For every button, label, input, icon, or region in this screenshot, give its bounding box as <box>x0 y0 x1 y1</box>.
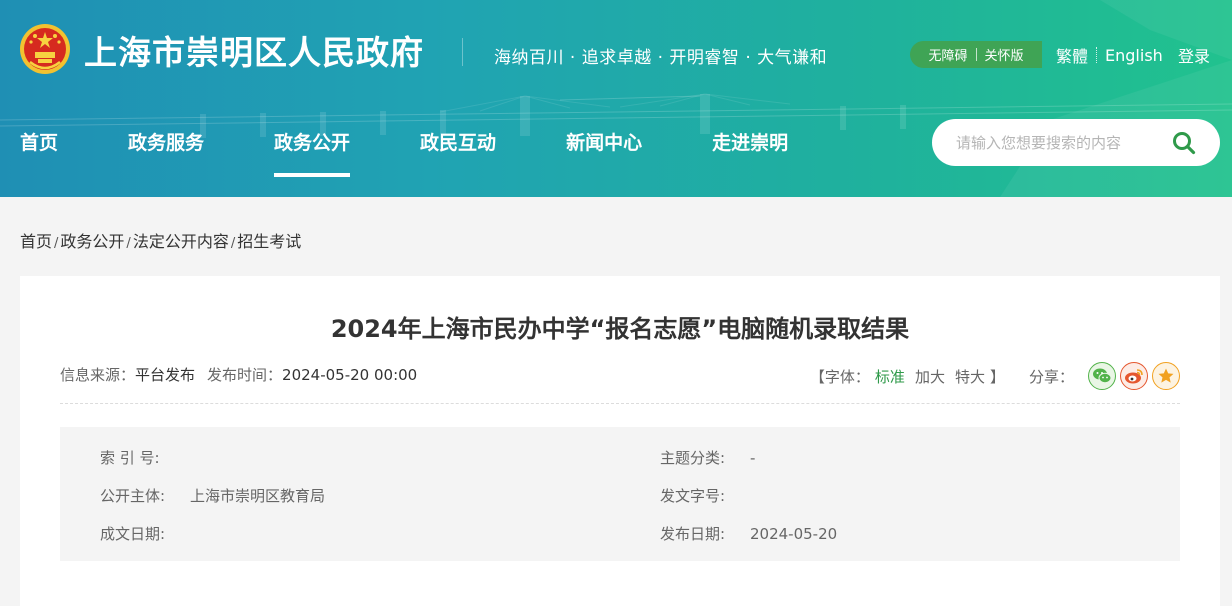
breadcrumb-separator: / <box>126 236 131 251</box>
info-publisher: 公开主体: 上海市崇明区教育局 <box>100 485 325 506</box>
info-doc-number: 发文字号: <box>660 485 750 506</box>
publish-date-label: 发布日期: <box>660 525 726 543</box>
nav-home[interactable]: 首页 <box>20 128 58 155</box>
nav-interaction[interactable]: 政民互动 <box>420 128 496 155</box>
font-size-open: 【字体： <box>809 367 870 386</box>
publish-date-value: 2024-05-20 <box>750 525 838 543</box>
nav-news[interactable]: 新闻中心 <box>566 128 642 155</box>
main-nav: 首页 政务服务 政务公开 政民互动 新闻中心 走进崇明 <box>20 128 858 177</box>
breadcrumb-separator: / <box>230 236 236 251</box>
info-publish-date: 发布日期: 2024-05-20 <box>660 523 837 544</box>
font-large-button[interactable]: 加大 <box>915 366 945 387</box>
doc-number-label: 发文字号: <box>660 487 726 505</box>
national-emblem-icon <box>20 24 70 74</box>
nav-open-government[interactable]: 政务公开 <box>274 128 351 177</box>
topic-label: 主题分类: <box>660 449 726 467</box>
wechat-icon[interactable] <box>1088 362 1116 390</box>
search-icon[interactable] <box>1172 131 1196 155</box>
info-written-date: 成文日期: <box>100 523 190 544</box>
font-size-close: 】 <box>989 367 1005 386</box>
traditional-chinese-link[interactable]: 繁體 <box>1056 43 1088 67</box>
breadcrumb-statutory-content[interactable]: 法定公开内容 <box>133 232 229 251</box>
publish-time-label: 发布时间： <box>207 366 283 384</box>
access-divider <box>975 48 977 61</box>
site-title: 上海市崇明区人民政府 <box>84 33 424 72</box>
source-label: 信息来源： <box>60 366 136 384</box>
meta-divider <box>60 403 1180 404</box>
weibo-icon[interactable] <box>1120 362 1148 390</box>
lang-divider <box>1096 47 1098 63</box>
breadcrumb-admissions[interactable]: 招生考试 <box>237 232 301 251</box>
article-panel: 2024年上海市民办中学“报名志愿”电脑随机录取结果 信息来源：平台发布 发布时间… <box>20 276 1220 606</box>
breadcrumb-home[interactable]: 首页 <box>20 232 52 251</box>
index-label: 索 引 号: <box>100 449 160 467</box>
login-link[interactable]: 登录 <box>1178 43 1210 67</box>
document-info-box: 索 引 号: 主题分类: - 公开主体: 上海市崇明区教育局 发文字号: 成文日期:… <box>60 427 1180 561</box>
favorite-star-icon[interactable] <box>1152 362 1180 390</box>
source-value: 平台发布 <box>135 366 196 384</box>
publisher-label: 公开主体: <box>100 487 166 505</box>
written-date-label: 成文日期: <box>100 525 166 543</box>
breadcrumb: 首页 / 政务公开 / 法定公开内容 / 招生考试 <box>20 228 301 252</box>
nav-services[interactable]: 政务服务 <box>128 128 204 155</box>
breadcrumb-separator: / <box>54 236 59 251</box>
care-mode-link[interactable]: 关怀版 <box>985 45 1024 64</box>
slogan: 海纳百川 · 追求卓越 · 开明睿智 · 大气谦和 <box>494 48 828 68</box>
article-meta: 信息来源：平台发布 发布时间：2024-05-20 00:00 <box>60 364 417 385</box>
site-header: 上海市崇明区人民政府 海纳百川 · 追求卓越 · 开明睿智 · 大气谦和 无障碍… <box>0 0 1232 197</box>
publisher-value: 上海市崇明区教育局 <box>190 487 326 505</box>
font-xlarge-button[interactable]: 特大 <box>955 366 985 387</box>
english-link[interactable]: English <box>1105 46 1163 65</box>
accessibility-link[interactable]: 无障碍 <box>928 45 967 64</box>
breadcrumb-open-government[interactable]: 政务公开 <box>60 232 124 251</box>
search-input[interactable] <box>956 133 1156 152</box>
language-switch: 繁體 English <box>1056 43 1163 67</box>
accessibility-toggle: 无障碍 关怀版 <box>910 41 1042 68</box>
font-standard-button[interactable]: 标准 <box>875 366 905 387</box>
article-tools: 【字体： 标准 加大 特大 】 分享： <box>810 362 1180 390</box>
topic-value: - <box>750 449 756 467</box>
search-box <box>932 119 1220 166</box>
share-label: 分享： <box>1028 367 1074 386</box>
nav-about[interactable]: 走进崇明 <box>712 128 788 155</box>
info-topic: 主题分类: - <box>660 447 755 468</box>
title-divider <box>462 38 463 66</box>
publish-time-value: 2024-05-20 00:00 <box>282 366 418 384</box>
info-index: 索 引 号: <box>100 447 190 468</box>
article-title: 2024年上海市民办中学“报名志愿”电脑随机录取结果 <box>330 315 910 343</box>
